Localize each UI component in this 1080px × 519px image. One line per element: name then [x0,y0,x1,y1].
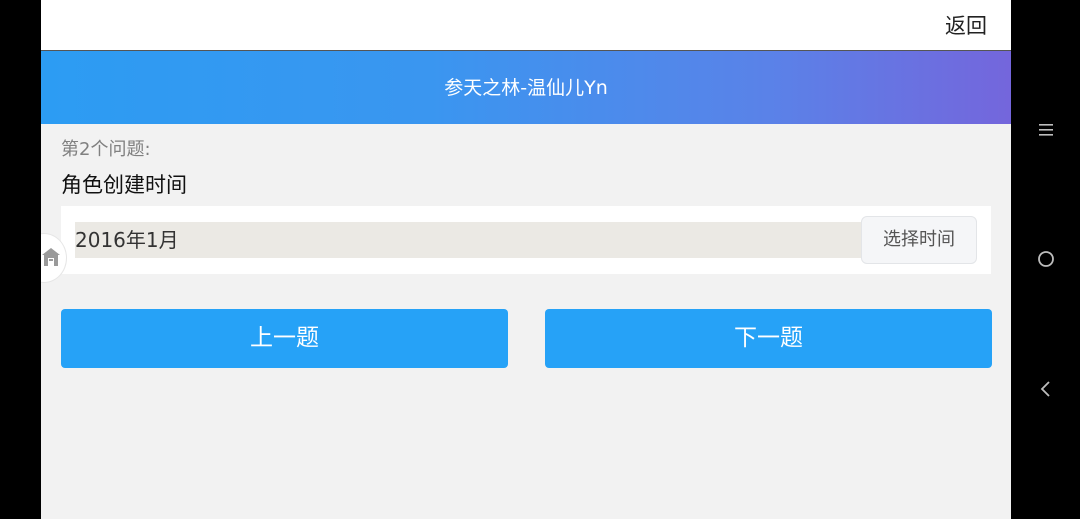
select-time-button[interactable]: 选择时间 [861,216,977,264]
answer-card: 2016年1月 选择时间 [61,206,991,274]
question-text: 角色创建时间 [61,173,187,197]
home-circle-icon[interactable] [1033,246,1059,272]
question-number-label: 第2个问题: [61,139,151,160]
home-icon [42,248,60,266]
back-link[interactable]: 返回 [945,12,987,40]
back-chevron-icon[interactable] [1033,376,1059,402]
next-question-button[interactable]: 下一题 [545,309,992,368]
menu-icon[interactable] [1033,117,1059,143]
left-screen-edge [0,0,41,519]
page-title: 参天之林-温仙儿Yn [444,77,608,99]
top-bar: 返回 [41,0,1011,51]
date-answer-field[interactable]: 2016年1月 [75,222,861,258]
system-navigation-bar [1011,0,1080,519]
app-window: 返回 参天之林-温仙儿Yn 第2个问题: 角色创建时间 2016年1月 选择时间… [41,0,1011,519]
screen: 返回 参天之林-温仙儿Yn 第2个问题: 角色创建时间 2016年1月 选择时间… [0,0,1080,519]
previous-question-button[interactable]: 上一题 [61,309,508,368]
header-banner: 参天之林-温仙儿Yn [41,51,1011,124]
